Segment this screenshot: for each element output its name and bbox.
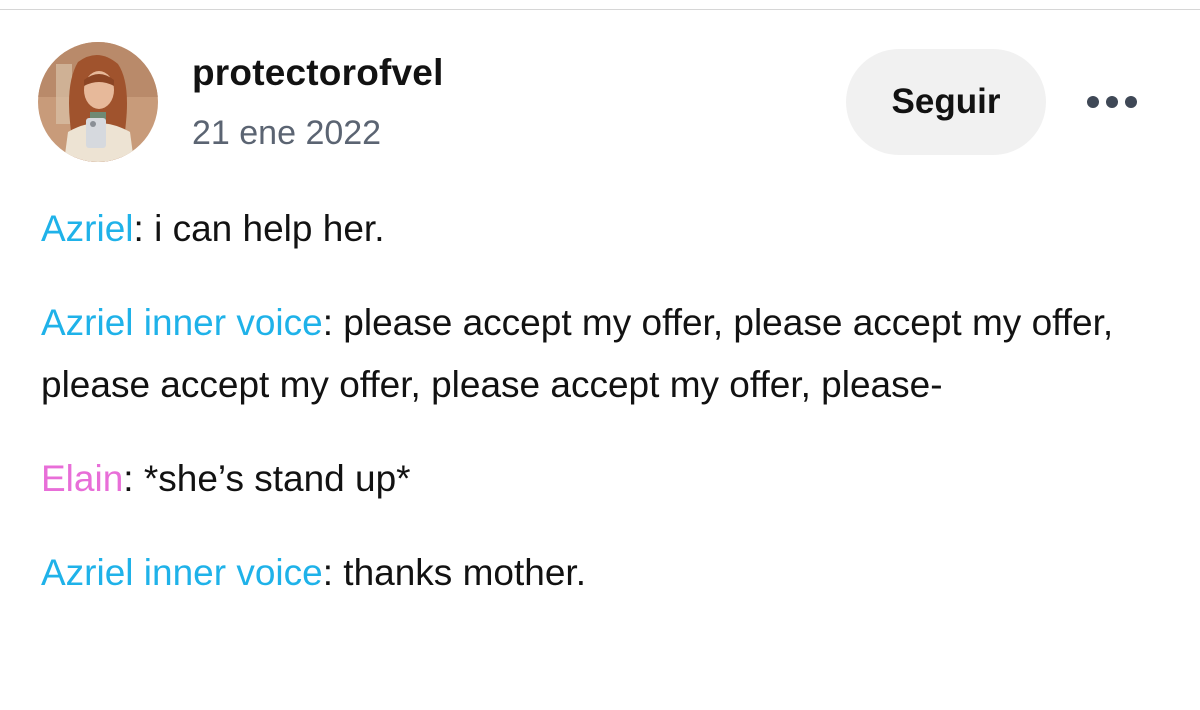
post-body: Azriel: i can help her. Azriel inner voi… [41, 198, 1161, 636]
post-card: protectorofvel 21 ene 2022 Seguir Azriel… [0, 0, 1200, 710]
dialogue-text: i can help her. [154, 208, 385, 249]
separator: : [133, 208, 155, 249]
dialogue-line: Azriel inner voice: thanks mother. [41, 542, 1161, 604]
avatar-photo-icon [38, 42, 158, 162]
speaker-name[interactable]: Elain [41, 458, 123, 499]
more-dots-icon [1087, 96, 1137, 108]
dialogue-text: thanks mother. [343, 552, 586, 593]
speaker-name[interactable]: Azriel inner voice [41, 302, 323, 343]
speaker-name[interactable]: Azriel [41, 208, 134, 249]
more-options-button[interactable] [1080, 84, 1144, 120]
dialogue-line: Azriel: i can help her. [41, 198, 1161, 260]
separator: : [123, 458, 144, 499]
speaker-name[interactable]: Azriel inner voice [41, 552, 323, 593]
username[interactable]: protectorofvel [192, 52, 444, 94]
separator: : [322, 302, 344, 343]
dialogue-line: Azriel inner voice: please accept my off… [41, 292, 1161, 416]
avatar[interactable] [38, 42, 158, 162]
post-date[interactable]: 21 ene 2022 [192, 114, 381, 153]
divider [0, 9, 1200, 10]
follow-button[interactable]: Seguir [846, 49, 1046, 155]
dialogue-text: *she’s stand up* [143, 458, 411, 499]
separator: : [322, 552, 344, 593]
dialogue-line: Elain: *she’s stand up* [41, 448, 1161, 510]
